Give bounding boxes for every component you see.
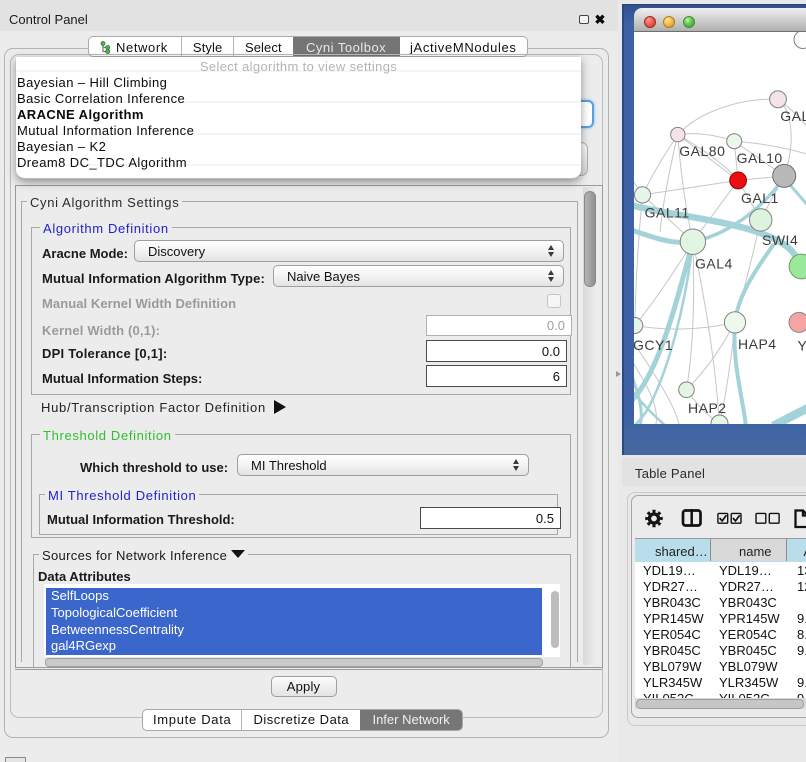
svg-text:SWI4: SWI4 bbox=[762, 232, 798, 248]
svg-text:GAL80: GAL80 bbox=[679, 143, 725, 159]
svg-text:GCY1: GCY1 bbox=[634, 337, 673, 353]
svg-text:GAL4: GAL4 bbox=[695, 256, 733, 272]
svg-text:HAP4: HAP4 bbox=[738, 336, 777, 352]
svg-text:GAL11: GAL11 bbox=[645, 205, 690, 221]
svg-text:GAL2: GAL2 bbox=[780, 108, 806, 124]
svg-text:GAL1: GAL1 bbox=[741, 190, 779, 206]
svg-text:YD: YD bbox=[798, 338, 806, 354]
svg-text:HAP2: HAP2 bbox=[688, 400, 727, 416]
svg-text:GAL10: GAL10 bbox=[737, 150, 783, 166]
